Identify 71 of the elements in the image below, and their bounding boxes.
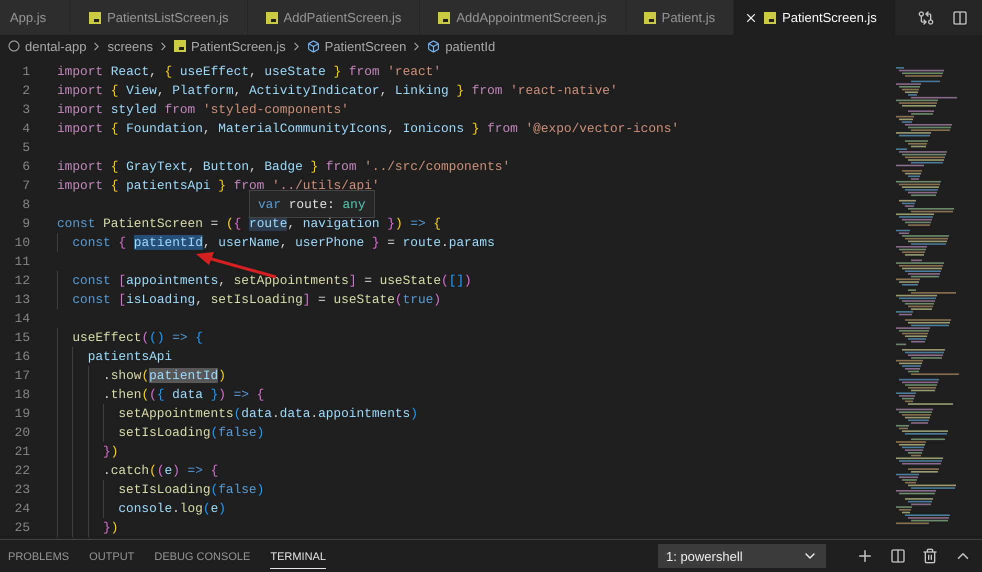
line-number: 23 [14,482,30,497]
line-number: 8 [21,197,30,212]
line-number: 9 [21,216,30,231]
hover-tooltip: var route: any [249,190,375,218]
line-number: 10 [14,235,30,250]
editor-tab[interactable]: Patient.js [626,0,734,35]
symbol-icon [306,40,320,52]
trash-icon[interactable] [922,548,938,564]
plus-icon[interactable] [856,547,874,565]
panel-tab[interactable]: PROBLEMS [8,544,70,568]
line-number: 7 [21,178,30,193]
editor-tab[interactable]: PatientScreen.js [734,0,895,35]
code-line: import styled from 'styled-components' [57,102,349,117]
line-number: 21 [14,444,30,459]
panel-tab[interactable]: DEBUG CONSOLE [154,544,250,568]
panel-tab[interactable]: TERMINAL [270,544,326,568]
terminal-select[interactable]: 1: powershell [658,544,826,568]
editor-tab[interactable]: PatientsListScreen.js [71,0,247,35]
code-line: }) [103,444,118,459]
line-number: 5 [21,140,30,155]
panel-tab[interactable]: OUTPUT [89,544,134,568]
code-line: console.log(e) [118,501,226,516]
line-number: 18 [14,387,30,402]
breadcrumb-item[interactable]: screens [107,38,153,54]
line-number: 1 [21,64,30,79]
line-number: 13 [14,292,30,307]
line-number: 11 [14,254,30,269]
line-number: 12 [14,273,30,288]
line-number: 20 [14,425,30,440]
split-editor-icon[interactable] [952,10,968,26]
code-line: .then(({ data }) => { [103,387,264,402]
code-line: }) [103,520,118,535]
code-line: import { patientsApi } from '../utils/api' [57,178,380,193]
breadcrumb-item[interactable]: PatientScreen [306,38,406,54]
code-line: import { GrayText, Button, Badge } from '../src/components' [57,159,510,174]
code-line: import { View, Platform, ActivityIndicator, Linking } from 'react-native' [57,83,618,98]
line-number: 3 [21,102,30,117]
code-line: setIsLoading(false) [118,425,264,440]
line-number: 24 [14,501,30,516]
line-number: 22 [14,463,30,478]
code-line: import React, { useEffect, useState } from 'react' [57,64,442,79]
editor-tab[interactable]: AddPatientScreen.js [248,0,420,35]
line-number: 19 [14,406,30,421]
editor-tab[interactable]: App.js [0,0,70,35]
code-line: setAppointments(data.data.appointments) [118,406,418,421]
line-number: 4 [21,121,30,136]
code-line: const { patientId, userName, userPhone } = route.params [72,235,495,250]
circle-icon [8,40,20,52]
breadcrumb-item[interactable]: patientId [427,38,496,54]
code-line: .catch((e) => { [103,463,218,478]
line-number: 25 [14,520,30,535]
line-number: 14 [14,311,30,326]
code-line: .show(patientId) [103,368,226,383]
line-number: 2 [21,83,30,98]
code-line: import { Foundation, MaterialCommunityIcons, Ionicons } from '@expo/vector-icons' [57,121,680,136]
symbol-icon [427,40,440,52]
line-number: 15 [14,330,30,345]
code-line: const [isLoading, setIsLoading] = useState(true) [72,292,442,307]
code-line: const [appointments, setAppointments] = useState([]) [72,273,472,288]
breadcrumb-item[interactable]: dental-app [8,38,86,54]
line-number: 16 [14,349,30,364]
code-line: setIsLoading(false) [118,482,264,497]
breadcrumb-item[interactable]: PatientScreen.js [174,38,286,54]
compare-icon[interactable] [918,10,934,26]
line-number: 6 [21,159,30,174]
code-line: patientsApi [88,349,172,364]
js-file-icon [174,40,186,52]
split-terminal-icon[interactable] [890,548,906,564]
code-line: useEffect(() => { [72,330,203,345]
editor-tab[interactable]: AddAppointmentScreen.js [420,0,625,35]
line-number: 17 [14,368,30,383]
